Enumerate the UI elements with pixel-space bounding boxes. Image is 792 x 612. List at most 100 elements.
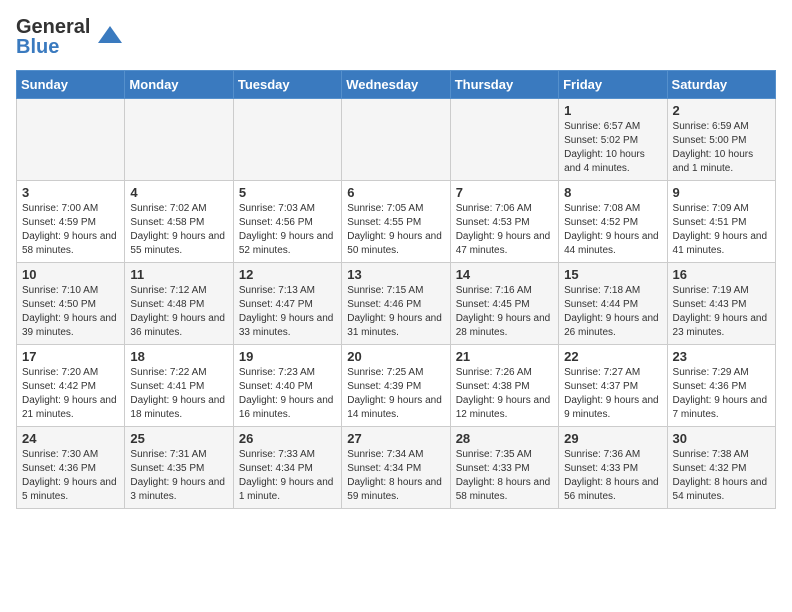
day-cell: 25 Sunrise: 7:31 AM Sunset: 4:35 PM Dayli… [125, 427, 233, 509]
day-number: 14 [456, 267, 553, 282]
day-detail: Sunrise: 7:23 AM Sunset: 4:40 PM Dayligh… [239, 366, 336, 422]
day-cell: 20Sunrise: 7:25 AM Sunset: 4:39 PM Dayli… [342, 345, 450, 427]
day-cell: 24 Sunrise: 7:30 AM Sunset: 4:36 PM Dayli… [17, 427, 125, 509]
weekday-header-wednesday: Wednesday [342, 71, 450, 99]
day-cell: 23 Sunrise: 7:29 AM Sunset: 4:36 PM Dayli… [667, 345, 775, 427]
day-number: 30 [673, 431, 770, 446]
day-detail: Sunrise: 7:33 AM Sunset: 4:34 PM Dayligh… [239, 448, 336, 504]
logo-triangle-icon [96, 23, 124, 51]
weekday-header-sunday: Sunday [17, 71, 125, 99]
day-detail: Sunrise: 7:13 AM Sunset: 4:47 PM Dayligh… [239, 284, 336, 340]
day-number: 1 [564, 103, 661, 118]
day-detail: Sunrise: 7:16 AM Sunset: 4:45 PM Dayligh… [456, 284, 553, 340]
day-number: 13 [347, 267, 444, 282]
day-cell: 29Sunrise: 7:36 AM Sunset: 4:33 PM Dayli… [559, 427, 667, 509]
day-cell: 14 Sunrise: 7:16 AM Sunset: 4:45 PM Dayli… [450, 263, 558, 345]
header: General Blue [16, 16, 776, 58]
calendar: SundayMondayTuesdayWednesdayThursdayFrid… [16, 70, 776, 509]
day-cell: 4 Sunrise: 7:02 AM Sunset: 4:58 PM Daylig… [125, 181, 233, 263]
day-number: 8 [564, 185, 661, 200]
day-cell: 12 Sunrise: 7:13 AM Sunset: 4:47 PM Dayli… [233, 263, 341, 345]
day-cell: 28 Sunrise: 7:35 AM Sunset: 4:33 PM Dayli… [450, 427, 558, 509]
weekday-header-row: SundayMondayTuesdayWednesdayThursdayFrid… [17, 71, 776, 99]
day-detail: Sunrise: 6:59 AM Sunset: 5:00 PM Dayligh… [673, 120, 770, 176]
day-number: 3 [22, 185, 119, 200]
day-detail: Sunrise: 7:15 AM Sunset: 4:46 PM Dayligh… [347, 284, 444, 340]
day-number: 27 [347, 431, 444, 446]
day-cell [125, 99, 233, 181]
day-number: 5 [239, 185, 336, 200]
day-detail: Sunrise: 7:34 AM Sunset: 4:34 PM Dayligh… [347, 448, 444, 504]
day-number: 15 [564, 267, 661, 282]
day-cell [450, 99, 558, 181]
day-detail: Sunrise: 7:00 AM Sunset: 4:59 PM Dayligh… [22, 202, 119, 258]
day-detail: Sunrise: 7:12 AM Sunset: 4:48 PM Dayligh… [130, 284, 227, 340]
day-detail: Sunrise: 7:05 AM Sunset: 4:55 PM Dayligh… [347, 202, 444, 258]
day-detail: Sunrise: 7:27 AM Sunset: 4:37 PM Dayligh… [564, 366, 661, 422]
day-number: 18 [130, 349, 227, 364]
day-number: 24 [22, 431, 119, 446]
day-number: 4 [130, 185, 227, 200]
week-row-3: 10Sunrise: 7:10 AM Sunset: 4:50 PM Dayli… [17, 263, 776, 345]
day-detail: Sunrise: 7:25 AM Sunset: 4:39 PM Dayligh… [347, 366, 444, 422]
day-number: 21 [456, 349, 553, 364]
day-cell [233, 99, 341, 181]
weekday-header-friday: Friday [559, 71, 667, 99]
day-detail: Sunrise: 7:30 AM Sunset: 4:36 PM Dayligh… [22, 448, 119, 504]
day-detail: Sunrise: 7:19 AM Sunset: 4:43 PM Dayligh… [673, 284, 770, 340]
day-detail: Sunrise: 7:09 AM Sunset: 4:51 PM Dayligh… [673, 202, 770, 258]
week-row-1: 1 Sunrise: 6:57 AM Sunset: 5:02 PM Daylig… [17, 99, 776, 181]
day-detail: Sunrise: 7:35 AM Sunset: 4:33 PM Dayligh… [456, 448, 553, 504]
day-number: 19 [239, 349, 336, 364]
day-number: 9 [673, 185, 770, 200]
day-number: 22 [564, 349, 661, 364]
weekday-header-thursday: Thursday [450, 71, 558, 99]
logo-combined: General Blue [16, 16, 124, 58]
day-detail: Sunrise: 7:06 AM Sunset: 4:53 PM Dayligh… [456, 202, 553, 258]
day-cell: 6 Sunrise: 7:05 AM Sunset: 4:55 PM Daylig… [342, 181, 450, 263]
day-cell: 26 Sunrise: 7:33 AM Sunset: 4:34 PM Dayli… [233, 427, 341, 509]
logo: General Blue [16, 16, 124, 58]
day-cell: 30Sunrise: 7:38 AM Sunset: 4:32 PM Dayli… [667, 427, 775, 509]
day-cell: 1 Sunrise: 6:57 AM Sunset: 5:02 PM Daylig… [559, 99, 667, 181]
day-cell: 22 Sunrise: 7:27 AM Sunset: 4:37 PM Dayli… [559, 345, 667, 427]
day-number: 23 [673, 349, 770, 364]
day-number: 2 [673, 103, 770, 118]
day-number: 17 [22, 349, 119, 364]
day-number: 28 [456, 431, 553, 446]
day-detail: Sunrise: 7:18 AM Sunset: 4:44 PM Dayligh… [564, 284, 661, 340]
day-detail: Sunrise: 7:22 AM Sunset: 4:41 PM Dayligh… [130, 366, 227, 422]
day-detail: Sunrise: 7:08 AM Sunset: 4:52 PM Dayligh… [564, 202, 661, 258]
day-cell [342, 99, 450, 181]
day-cell: 19 Sunrise: 7:23 AM Sunset: 4:40 PM Dayli… [233, 345, 341, 427]
logo-general-word: General [16, 16, 90, 38]
day-detail: Sunrise: 7:29 AM Sunset: 4:36 PM Dayligh… [673, 366, 770, 422]
day-number: 6 [347, 185, 444, 200]
day-cell: 7 Sunrise: 7:06 AM Sunset: 4:53 PM Daylig… [450, 181, 558, 263]
day-number: 25 [130, 431, 227, 446]
day-detail: Sunrise: 7:03 AM Sunset: 4:56 PM Dayligh… [239, 202, 336, 258]
day-detail: Sunrise: 7:36 AM Sunset: 4:33 PM Dayligh… [564, 448, 661, 504]
day-cell: 17 Sunrise: 7:20 AM Sunset: 4:42 PM Dayli… [17, 345, 125, 427]
logo-blue-word: Blue [16, 36, 90, 58]
day-number: 12 [239, 267, 336, 282]
day-detail: Sunrise: 7:26 AM Sunset: 4:38 PM Dayligh… [456, 366, 553, 422]
day-detail: Sunrise: 7:31 AM Sunset: 4:35 PM Dayligh… [130, 448, 227, 504]
day-cell: 13 Sunrise: 7:15 AM Sunset: 4:46 PM Dayli… [342, 263, 450, 345]
day-cell [17, 99, 125, 181]
day-cell: 5 Sunrise: 7:03 AM Sunset: 4:56 PM Daylig… [233, 181, 341, 263]
day-detail: Sunrise: 6:57 AM Sunset: 5:02 PM Dayligh… [564, 120, 661, 176]
weekday-header-tuesday: Tuesday [233, 71, 341, 99]
day-number: 26 [239, 431, 336, 446]
day-detail: Sunrise: 7:02 AM Sunset: 4:58 PM Dayligh… [130, 202, 227, 258]
day-detail: Sunrise: 7:20 AM Sunset: 4:42 PM Dayligh… [22, 366, 119, 422]
weekday-header-saturday: Saturday [667, 71, 775, 99]
day-number: 11 [130, 267, 227, 282]
day-cell: 21 Sunrise: 7:26 AM Sunset: 4:38 PM Dayli… [450, 345, 558, 427]
weekday-header-monday: Monday [125, 71, 233, 99]
day-number: 7 [456, 185, 553, 200]
day-cell: 9 Sunrise: 7:09 AM Sunset: 4:51 PM Daylig… [667, 181, 775, 263]
day-cell: 10Sunrise: 7:10 AM Sunset: 4:50 PM Dayli… [17, 263, 125, 345]
day-number: 16 [673, 267, 770, 282]
day-cell: 16 Sunrise: 7:19 AM Sunset: 4:43 PM Dayli… [667, 263, 775, 345]
